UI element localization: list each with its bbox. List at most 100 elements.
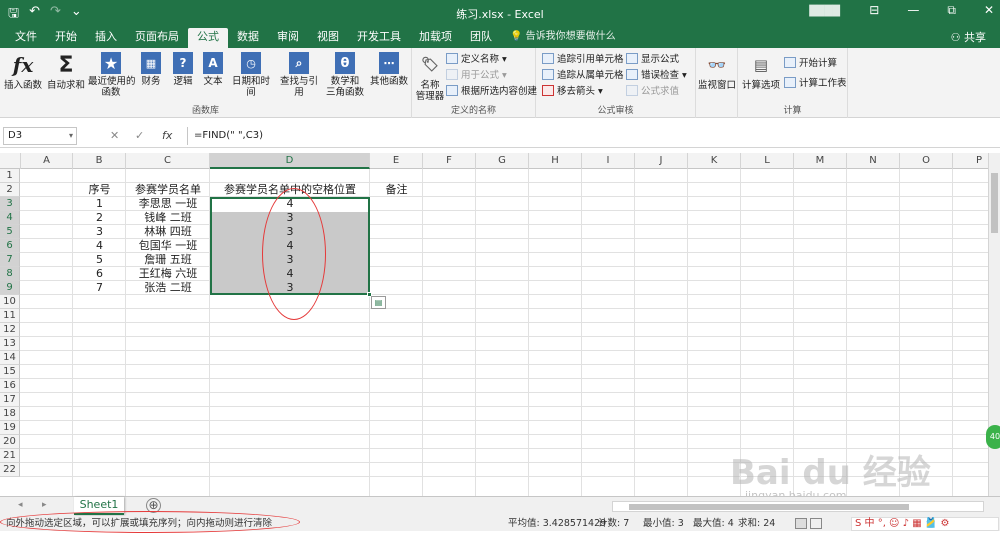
cell-name[interactable]: 林琳 四班 — [126, 225, 210, 239]
cell-serial[interactable]: 3 — [73, 225, 126, 239]
logical-button[interactable]: ? 逻辑 — [168, 52, 198, 87]
row-header-5[interactable]: 5 — [0, 225, 20, 239]
column-header-c[interactable]: C — [126, 153, 210, 169]
tab-file[interactable]: 文件 — [6, 28, 46, 48]
share-button[interactable]: ⚇ 共享 — [951, 29, 986, 45]
cell-serial[interactable]: 5 — [73, 253, 126, 267]
enter-icon[interactable]: ✓ — [135, 129, 144, 142]
insert-function-icon[interactable]: fx — [162, 129, 172, 142]
name-manager-button[interactable]: 🏷 名称 管理器 — [414, 52, 446, 103]
row-header-14[interactable]: 14 — [0, 351, 20, 365]
row-header-6[interactable]: 6 — [0, 239, 20, 253]
row-header-3[interactable]: 3 — [0, 197, 20, 211]
column-header-o[interactable]: O — [900, 153, 953, 169]
cell-serial[interactable]: 1 — [73, 197, 126, 211]
cell-serial[interactable]: 7 — [73, 281, 126, 295]
show-formulas-button[interactable]: 显示公式 — [626, 52, 679, 67]
insert-function-button[interactable]: fx 插入函数 — [2, 52, 44, 92]
row-header-19[interactable]: 19 — [0, 421, 20, 435]
row-header-13[interactable]: 13 — [0, 337, 20, 351]
watch-window-button[interactable]: 👓 监视窗口 — [697, 52, 737, 91]
tab-addins[interactable]: 加载项 — [410, 28, 461, 48]
row-header-11[interactable]: 11 — [0, 309, 20, 323]
tab-review[interactable]: 审阅 — [268, 28, 308, 48]
row-header-10[interactable]: 10 — [0, 295, 20, 309]
scroll-thumb[interactable] — [629, 504, 909, 510]
normal-view-icon[interactable] — [795, 518, 807, 529]
text-button[interactable]: A 文本 — [200, 52, 226, 87]
trace-precedents-button[interactable]: 追踪引用单元格 — [542, 52, 624, 67]
more-functions-button[interactable]: ⋯ 其他函数 — [368, 52, 410, 87]
row-header-12[interactable]: 12 — [0, 323, 20, 337]
use-in-formula-button[interactable]: 用于公式 ▾ — [446, 68, 507, 83]
cell-space-position[interactable]: 3 — [210, 253, 370, 267]
calc-sheet-button[interactable]: 计算工作表 — [784, 76, 847, 91]
create-from-selection-button[interactable]: 根据所选内容创建 — [446, 84, 537, 99]
tab-data[interactable]: 数据 — [228, 28, 268, 48]
column-header-b[interactable]: B — [73, 153, 126, 169]
user-name[interactable]: ████ — [809, 6, 840, 17]
restore-button[interactable]: ⧉ — [947, 3, 956, 18]
tab-insert[interactable]: 插入 — [86, 28, 126, 48]
cell-name[interactable]: 李思思 一班 — [126, 197, 210, 211]
cell-name[interactable]: 王红梅 六班 — [126, 267, 210, 281]
page-layout-view-icon[interactable] — [810, 518, 822, 529]
tab-formulas[interactable]: 公式 — [188, 28, 228, 48]
row-header-15[interactable]: 15 — [0, 365, 20, 379]
lookup-button[interactable]: ⌕ 查找与引用 — [276, 52, 322, 98]
row-header-8[interactable]: 8 — [0, 267, 20, 281]
column-header-h[interactable]: H — [529, 153, 582, 169]
column-header-d[interactable]: D — [210, 153, 370, 169]
minimize-button[interactable]: — — [907, 3, 919, 18]
row-header-7[interactable]: 7 — [0, 253, 20, 267]
row-header-16[interactable]: 16 — [0, 379, 20, 393]
cell-space-position[interactable]: 3 — [210, 211, 370, 225]
column-header-j[interactable]: J — [635, 153, 688, 169]
error-checking-button[interactable]: 错误检查 ▾ — [626, 68, 687, 83]
header-cell-space-position[interactable]: 参赛学员名单中的空格位置 — [210, 183, 370, 197]
formula-input[interactable]: =FIND(" ",C3) — [187, 127, 995, 145]
tell-me-search[interactable]: 💡 告诉我你想要做什么 — [501, 28, 625, 48]
tab-developer[interactable]: 开发工具 — [348, 28, 410, 48]
sheet-tab[interactable]: Sheet1 — [74, 497, 124, 515]
cell-name[interactable]: 詹珊 五班 — [126, 253, 210, 267]
cancel-icon[interactable]: ✕ — [110, 129, 119, 142]
cell-serial[interactable]: 2 — [73, 211, 126, 225]
math-trig-button[interactable]: θ 数学和 三角函数 — [324, 52, 366, 98]
row-header-22[interactable]: 22 — [0, 463, 20, 477]
worksheet-grid[interactable]: ABCDEFGHIJKLMNOP 1 2 3 4 5 6 7 8 9 10 11 12 13 14 15 16… — [0, 153, 1000, 496]
name-box[interactable]: D3 ▾ — [3, 127, 77, 145]
ribbon-display-options-icon[interactable]: ⊟ — [869, 3, 879, 18]
row-header-2[interactable]: 2 — [0, 183, 20, 197]
row-header-1[interactable]: 1 — [0, 169, 20, 183]
header-cell-notes[interactable]: 备注 — [370, 183, 423, 197]
datetime-button[interactable]: ◷ 日期和时间 — [228, 52, 274, 98]
row-header-4[interactable]: 4 — [0, 211, 20, 225]
calc-options-button[interactable]: ▤ 计算选项 — [740, 52, 782, 91]
prev-sheet-icon[interactable]: ◂ — [18, 500, 23, 510]
row-header-17[interactable]: 17 — [0, 393, 20, 407]
cell-serial[interactable]: 4 — [73, 239, 126, 253]
cell-space-position[interactable]: 4 — [210, 267, 370, 281]
column-header-g[interactable]: G — [476, 153, 529, 169]
define-name-button[interactable]: 定义名称 ▾ — [446, 52, 507, 67]
cell-space-position[interactable]: 4 — [210, 197, 370, 211]
cell-name[interactable]: 张浩 二班 — [126, 281, 210, 295]
row-header-18[interactable]: 18 — [0, 407, 20, 421]
add-sheet-button[interactable]: ⊕ — [146, 498, 161, 513]
column-header-n[interactable]: N — [847, 153, 900, 169]
column-header-k[interactable]: K — [688, 153, 741, 169]
column-header-f[interactable]: F — [423, 153, 476, 169]
cell-space-position[interactable]: 4 — [210, 239, 370, 253]
column-header-e[interactable]: E — [370, 153, 423, 169]
column-header-a[interactable]: A — [21, 153, 73, 169]
select-all-corner[interactable] — [0, 153, 21, 169]
row-header-21[interactable]: 21 — [0, 449, 20, 463]
autosum-button[interactable]: Σ 自动求和 — [46, 52, 86, 91]
header-cell-name-list[interactable]: 参赛学员名单 — [126, 183, 210, 197]
tab-view[interactable]: 视图 — [308, 28, 348, 48]
side-badge[interactable]: 40 — [986, 425, 1000, 449]
financial-button[interactable]: ▦ 财务 — [136, 52, 166, 87]
cell-space-position[interactable]: 3 — [210, 281, 370, 295]
cell-serial[interactable]: 6 — [73, 267, 126, 281]
